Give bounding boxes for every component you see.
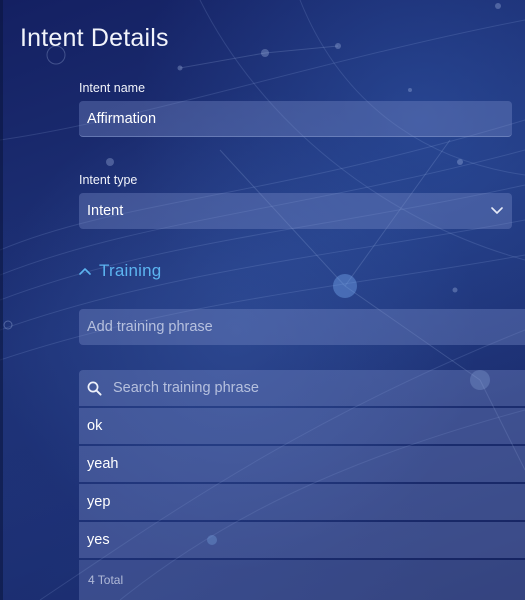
training-phrase-text: yep bbox=[87, 494, 111, 510]
intent-details-panel: Intent Details Intent name Affirmation I… bbox=[0, 0, 525, 600]
training-phrase-text: yeah bbox=[87, 456, 119, 472]
add-training-phrase-input[interactable]: Add training phrase bbox=[79, 309, 525, 345]
training-phrase-total: 4 Total bbox=[79, 560, 525, 600]
chevron-up-icon bbox=[79, 262, 91, 280]
training-section-title: Training bbox=[99, 261, 162, 280]
training-phrase-row[interactable]: ok bbox=[79, 408, 525, 444]
add-training-phrase-placeholder: Add training phrase bbox=[87, 319, 213, 335]
search-icon bbox=[87, 381, 102, 396]
training-phrase-text: ok bbox=[87, 418, 103, 434]
intent-name-field[interactable]: Affirmation bbox=[79, 101, 512, 137]
intent-name-value: Affirmation bbox=[87, 110, 157, 127]
training-phrase-row[interactable]: yep bbox=[79, 484, 525, 520]
chevron-down-icon[interactable] bbox=[490, 204, 504, 218]
intent-type-label: Intent type bbox=[79, 173, 138, 187]
intent-type-select[interactable]: Intent bbox=[79, 193, 512, 229]
search-training-phrase-input[interactable]: Search training phrase bbox=[79, 370, 525, 406]
training-phrase-row[interactable]: yeah bbox=[79, 446, 525, 482]
training-phrase-row[interactable]: yes bbox=[79, 522, 525, 558]
total-count-text: 4 Total bbox=[88, 573, 124, 587]
intent-type-value: Intent bbox=[87, 203, 124, 219]
search-training-phrase-placeholder: Search training phrase bbox=[113, 380, 259, 396]
page-title: Intent Details bbox=[20, 24, 169, 52]
training-phrase-list: ok yeah yep yes bbox=[79, 408, 525, 560]
training-phrase-text: yes bbox=[87, 532, 110, 548]
training-section-toggle[interactable]: Training bbox=[79, 261, 161, 281]
intent-name-label: Intent name bbox=[79, 81, 146, 95]
